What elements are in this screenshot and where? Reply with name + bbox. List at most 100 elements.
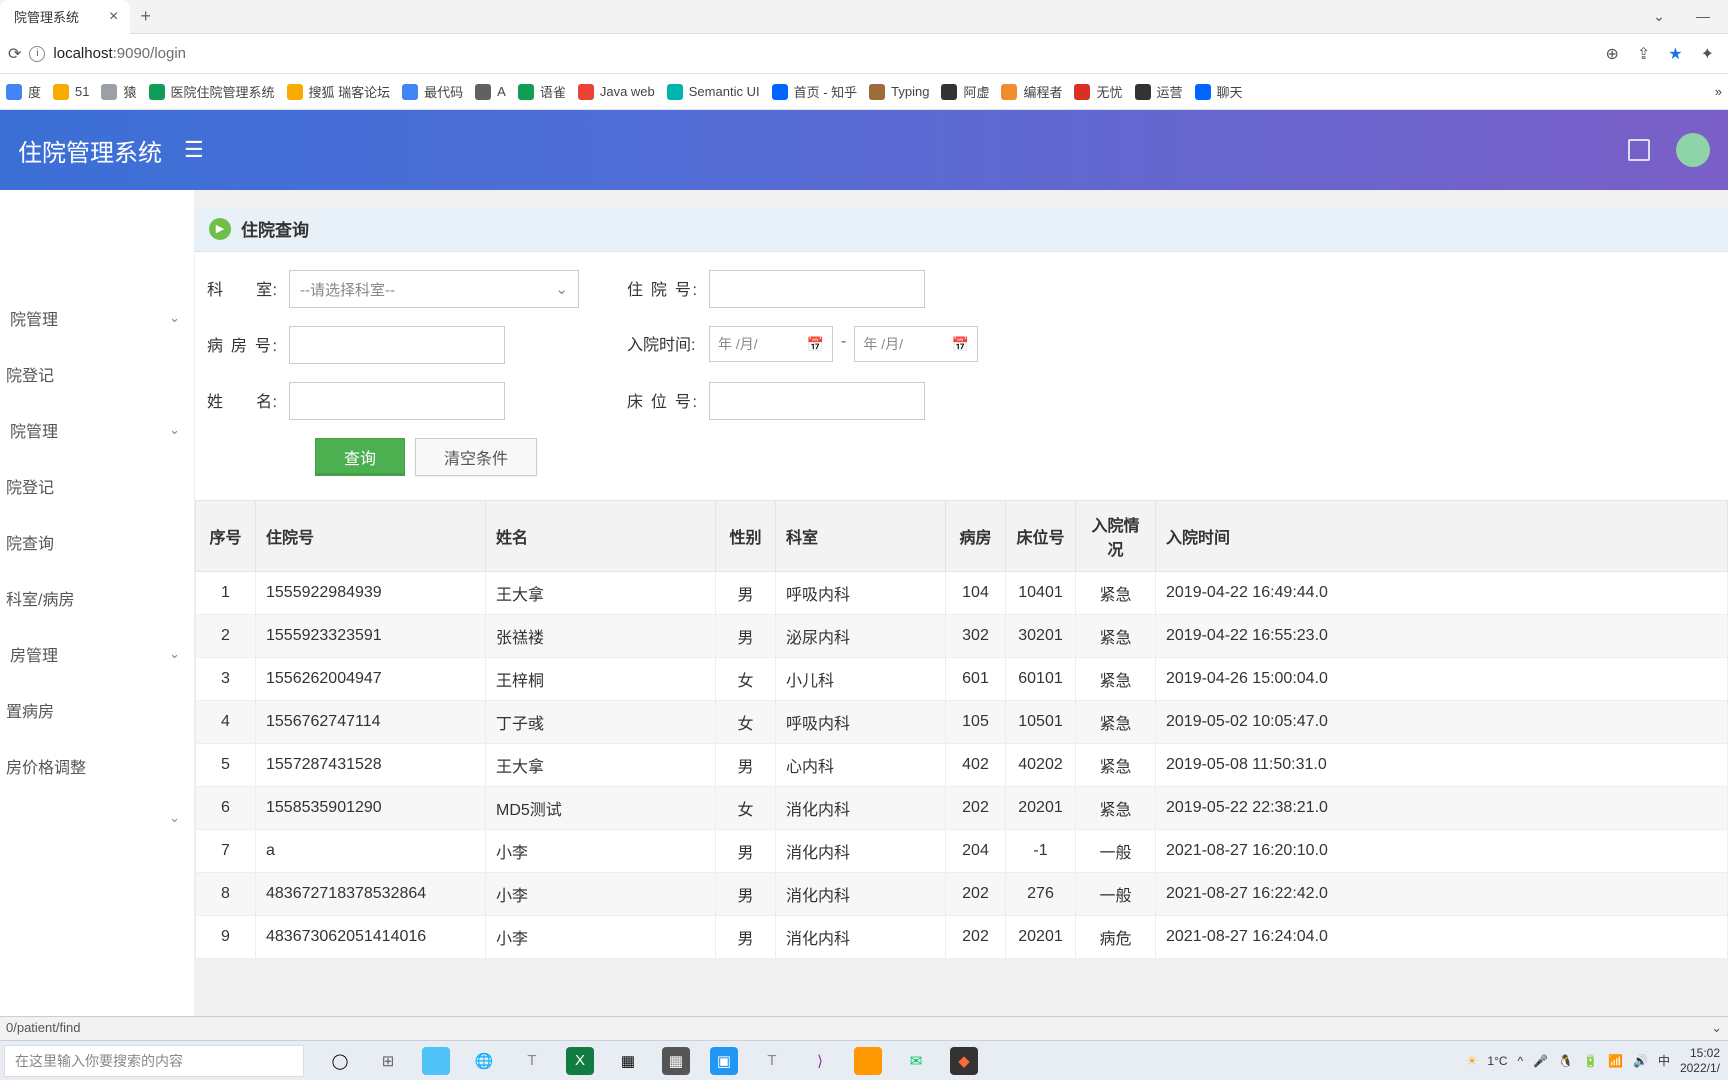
bookmark-item[interactable]: 51 <box>53 84 89 100</box>
volume-icon[interactable]: 🔊 <box>1633 1054 1648 1068</box>
bookmark-star-icon[interactable]: ★ <box>1668 44 1682 64</box>
bookmark-item[interactable]: 阿虚 <box>941 82 989 101</box>
network-icon[interactable]: 📶 <box>1608 1054 1623 1068</box>
bookmark-favicon <box>518 84 534 100</box>
app-icon[interactable]: ▦ <box>614 1047 642 1075</box>
reload-icon[interactable]: ⟳ <box>8 44 21 64</box>
table-cell: 消化内科 <box>776 916 946 959</box>
app-icon[interactable]: T <box>518 1047 546 1075</box>
tray-icon[interactable]: 🐧 <box>1558 1054 1573 1068</box>
bookmark-item[interactable]: Semantic UI <box>667 84 760 100</box>
table-row[interactable]: 51557287431528王大拿男心内科40240202紧急2019-05-0… <box>196 744 1728 787</box>
table-row[interactable]: 31556262004947王梓桐女小儿科60160101紧急2019-04-2… <box>196 658 1728 701</box>
excel-icon[interactable]: X <box>566 1047 594 1075</box>
table-row[interactable]: 41556762747114丁子彧女呼吸内科10510501紧急2019-05-… <box>196 701 1728 744</box>
browser-tab[interactable]: 院管理系统 × <box>0 0 130 34</box>
bookmark-item[interactable]: 语雀 <box>518 82 566 101</box>
share-icon[interactable]: ⇪ <box>1637 44 1650 64</box>
admission-no-input[interactable] <box>709 270 925 308</box>
table-cell: 3 <box>196 658 256 701</box>
bookmark-item[interactable]: 聊天 <box>1195 82 1243 101</box>
window-dropdown-icon[interactable]: ⌄ <box>1644 8 1674 25</box>
calendar-icon: 📅 <box>952 336 969 353</box>
table-cell: 丁子彧 <box>486 701 716 744</box>
ward-no-input[interactable] <box>289 326 505 364</box>
calculator-icon[interactable]: ▦ <box>662 1047 690 1075</box>
sidebar-item[interactable]: 院登记 <box>0 458 194 514</box>
menu-toggle-icon[interactable]: ☰ <box>184 137 204 163</box>
avatar[interactable] <box>1676 133 1710 167</box>
date-from-input[interactable]: 年 /月/ 📅 <box>709 326 833 362</box>
close-icon[interactable]: × <box>109 8 118 26</box>
task-view-icon[interactable]: ◯ <box>326 1047 354 1075</box>
bookmark-item[interactable]: 医院住院管理系统 <box>149 82 275 101</box>
sidebar-item[interactable]: 院管理⌄ <box>0 290 194 346</box>
table-row[interactable]: 61558535901290MD5测试女消化内科20220201紧急2019-0… <box>196 787 1728 830</box>
date-separator: - <box>841 326 846 362</box>
sidebar-item[interactable]: ⌄ <box>0 794 194 842</box>
bookmark-favicon <box>149 84 165 100</box>
window-minimize-icon[interactable]: — <box>1688 8 1718 25</box>
bookmark-item[interactable]: 运营 <box>1135 82 1183 101</box>
bookmark-favicon <box>287 84 303 100</box>
app-icon[interactable]: T <box>758 1047 786 1075</box>
bookmark-item[interactable]: 编程者 <box>1001 82 1062 101</box>
intellij-icon[interactable]: ◆ <box>950 1047 978 1075</box>
task-icon[interactable]: ⊞ <box>374 1047 402 1075</box>
bookmark-item[interactable]: A <box>475 84 506 100</box>
chrome-icon[interactable]: 🌐 <box>470 1047 498 1075</box>
bookmark-item[interactable]: 搜狐 瑞客论坛 <box>287 82 391 101</box>
extensions-icon[interactable]: ✦ <box>1701 44 1714 64</box>
app-icon[interactable]: ▣ <box>710 1047 738 1075</box>
bookmark-item[interactable]: 首页 - 知乎 <box>772 82 858 101</box>
sidebar-item[interactable]: 房管理⌄ <box>0 626 194 682</box>
table-cell: 302 <box>946 615 1006 658</box>
clock[interactable]: 15:02 2022/1/ <box>1680 1046 1720 1075</box>
taskbar-search[interactable]: 在这里输入你要搜索的内容 <box>4 1045 304 1077</box>
fullscreen-icon[interactable] <box>1628 139 1650 161</box>
sidebar-item[interactable]: 置病房 <box>0 682 194 738</box>
date-to-input[interactable]: 年 /月/ 📅 <box>854 326 978 362</box>
sidebar-item[interactable]: 院查询 <box>0 514 194 570</box>
bookmark-item[interactable]: 无忧 <box>1074 82 1122 101</box>
name-input[interactable] <box>289 382 505 420</box>
table-row[interactable]: 11555922984939王大拿男呼吸内科10410401紧急2019-04-… <box>196 572 1728 615</box>
tray-chevron-icon[interactable]: ^ <box>1518 1054 1524 1068</box>
clear-button[interactable]: 清空条件 <box>415 438 537 476</box>
zoom-icon[interactable]: ⊕ <box>1605 44 1618 64</box>
table-row[interactable]: 8483672718378532864小李男消化内科202276一般2021-0… <box>196 873 1728 916</box>
chevron-down-icon[interactable]: ⌄ <box>1711 1020 1722 1036</box>
table-row[interactable]: 7a小李男消化内科204-1一般2021-08-27 16:20:10.0 <box>196 830 1728 873</box>
explorer-icon[interactable] <box>422 1047 450 1075</box>
new-tab-button[interactable]: + <box>140 6 151 27</box>
table-row[interactable]: 21555923323591张禚褛男泌尿内科30230201紧急2019-04-… <box>196 615 1728 658</box>
bookmark-item[interactable]: 最代码 <box>402 82 463 101</box>
table-row[interactable]: 9483673062051414016小李男消化内科20220201病危2021… <box>196 916 1728 959</box>
bookmarks-overflow-icon[interactable]: » <box>1715 84 1722 99</box>
sidebar-item[interactable]: 院登记 <box>0 346 194 402</box>
bookmark-item[interactable]: 度 <box>6 82 41 101</box>
bookmark-item[interactable]: 猿 <box>101 82 136 101</box>
site-info-icon[interactable]: i <box>29 46 45 62</box>
wechat-icon[interactable]: ✉ <box>902 1047 930 1075</box>
weather-icon[interactable]: ☀ <box>1467 1054 1478 1068</box>
sidebar-item[interactable]: 房价格调整 <box>0 738 194 794</box>
bookmark-item[interactable]: Java web <box>578 84 655 100</box>
app-icon[interactable] <box>854 1047 882 1075</box>
ime-indicator[interactable]: 中 <box>1658 1052 1670 1069</box>
app-icon[interactable]: ⟩ <box>806 1047 834 1075</box>
bed-no-input[interactable] <box>709 382 925 420</box>
table-cell: 2019-04-26 15:00:04.0 <box>1156 658 1728 701</box>
table-cell: 20201 <box>1006 916 1076 959</box>
bookmark-item[interactable]: Typing <box>869 84 929 100</box>
table-header: 床位号 <box>1006 501 1076 572</box>
dept-select[interactable]: --请选择科室-- ⌄ <box>289 270 579 308</box>
search-button[interactable]: 查询 <box>315 438 405 476</box>
bookmark-favicon <box>772 84 788 100</box>
tray-icon[interactable]: 🎤 <box>1533 1054 1548 1068</box>
sidebar-item[interactable]: 科室/病房 <box>0 570 194 626</box>
battery-icon[interactable]: 🔋 <box>1583 1054 1598 1068</box>
url-field[interactable]: i localhost:9090/login <box>29 45 1597 62</box>
search-form: 科 室: --请选择科室-- ⌄ 住 院 号: 病 房 号: <box>195 252 1728 500</box>
sidebar-item[interactable]: 院管理⌄ <box>0 402 194 458</box>
